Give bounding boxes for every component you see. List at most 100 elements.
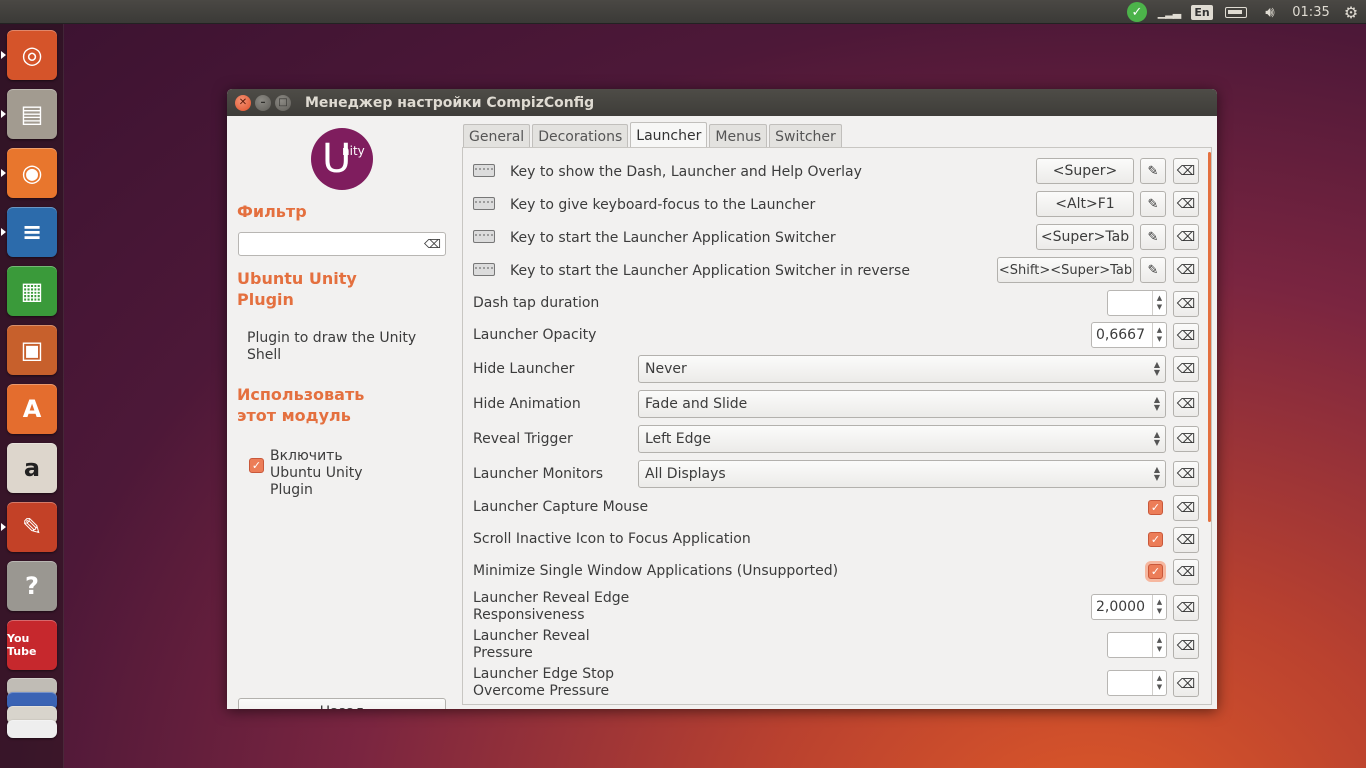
plugin-heading-line2: Plugin [237,290,294,309]
key-binding-button[interactable]: <Shift><Super>Tab [997,257,1134,283]
updates-indicator[interactable]: ✓ [1126,0,1148,24]
setting-row-key-switcher: Key to start the Launcher Application Sw… [463,224,1208,252]
clear-icon: ⌫ [1176,600,1196,616]
libreoffice-calc-icon[interactable]: ▦ [7,266,57,316]
libreoffice-writer-icon[interactable]: ≡ [7,207,57,257]
tab-launcher[interactable]: Launcher [630,122,708,148]
reset-button[interactable]: ⌫ [1173,391,1199,417]
reset-button[interactable]: ⌫ [1173,158,1199,184]
tab-switcher[interactable]: Switcher [769,124,842,148]
reset-button[interactable]: ⌫ [1173,257,1199,283]
spinner-arrows-icon[interactable]: ▲ ▼ [1152,671,1166,695]
key-binding-button[interactable]: <Super>Tab [1036,224,1134,250]
clear-icon: ⌫ [1176,296,1196,312]
setting-label: Dash tap duration [473,295,600,311]
spinner-arrows-icon[interactable]: ▲ ▼ [1152,633,1166,657]
keyboard-layout-indicator[interactable]: En [1190,0,1214,24]
reset-button[interactable]: ⌫ [1173,426,1199,452]
battery-indicator[interactable] [1222,0,1250,24]
setting-label: Hide Launcher [473,361,575,377]
edge-stop-spinner[interactable]: ▲ ▼ [1107,670,1167,696]
spinner-arrows-icon[interactable]: ▲ ▼ [1152,323,1166,347]
key-binding-button[interactable]: <Alt>F1 [1036,191,1134,217]
reset-button[interactable]: ⌫ [1173,633,1199,659]
scroll-inactive-checkbox[interactable]: ✓ [1148,532,1163,547]
reset-button[interactable]: ⌫ [1173,495,1199,521]
tab-general[interactable]: General [463,124,531,148]
system-settings-icon[interactable]: ✎ [7,502,57,552]
youtube-icon[interactable]: You Tube [7,620,57,670]
tab-menus[interactable]: Menus [709,124,768,148]
running-indicator [1,110,6,118]
key-binding-button[interactable]: <Super> [1036,158,1134,184]
clock[interactable]: 01:35 [1288,0,1334,24]
edit-binding-button[interactable]: ✎ [1140,257,1166,283]
reset-button[interactable]: ⌫ [1173,191,1199,217]
network-indicator[interactable]: ▁▂▃ [1156,0,1182,24]
title-bar[interactable]: ✕ – □ Менеджер настройки CompizConfig [227,89,1217,116]
reset-button[interactable]: ⌫ [1173,461,1199,487]
enable-plugin-row[interactable]: ✓ Включить Ubuntu Unity Plugin [249,448,390,499]
maximize-icon: □ [278,97,288,108]
reset-button[interactable]: ⌫ [1173,595,1199,621]
reveal-pressure-spinner[interactable]: ▲ ▼ [1107,632,1167,658]
setting-row-scroll-inactive: Scroll Inactive Icon to Focus Applicatio… [463,527,1208,555]
reset-button[interactable]: ⌫ [1173,527,1199,553]
minimize-single-checkbox[interactable]: ✓ [1148,564,1163,579]
launcher-monitors-select[interactable]: All Displays ▲ ▼ [638,460,1166,488]
setting-row-reveal-trigger: Reveal Trigger Left Edge ▲ ▼ ⌫ [463,425,1208,455]
scrollbar[interactable] [1208,152,1211,522]
close-window-button[interactable]: ✕ [235,94,251,111]
edit-binding-button[interactable]: ✎ [1140,224,1166,250]
back-button[interactable]: Назад [238,698,446,709]
reset-button[interactable]: ⌫ [1173,559,1199,585]
clear-icon: ⌫ [1176,196,1196,212]
hide-animation-select[interactable]: Fade and Slide ▲ ▼ [638,390,1166,418]
edit-binding-button[interactable]: ✎ [1140,191,1166,217]
setting-label-line2: Overcome Pressure [473,683,610,699]
reveal-trigger-select[interactable]: Left Edge ▲ ▼ [638,425,1166,453]
clear-icon: ⌫ [1176,676,1196,692]
reset-button[interactable]: ⌫ [1173,224,1199,250]
running-indicator [1,51,6,59]
sound-indicator[interactable]: 🔊︎ [1258,0,1282,24]
files-icon[interactable]: ▤ [7,89,57,139]
minimize-window-button[interactable]: – [255,94,271,111]
maximize-window-button[interactable]: □ [275,94,291,111]
amazon-icon[interactable]: a [7,443,57,493]
clear-icon: ⌫ [1176,361,1196,377]
reset-button[interactable]: ⌫ [1173,671,1199,697]
hide-launcher-select[interactable]: Never ▲ ▼ [638,355,1166,383]
unity-logo: U nity [311,128,373,190]
reset-button[interactable]: ⌫ [1173,323,1199,349]
clear-icon: ⌫ [1176,532,1196,548]
software-center-icon[interactable]: A [7,384,57,434]
spinner-arrows-icon[interactable]: ▲ ▼ [1152,595,1166,619]
spinner-arrows-icon[interactable]: ▲ ▼ [1152,291,1166,315]
session-gear-icon[interactable]: ⚙ [1340,0,1362,24]
reset-button[interactable]: ⌫ [1173,356,1199,382]
enable-plugin-checkbox[interactable]: ✓ [249,458,264,473]
launcher-settings-panel: Key to show the Dash, Launcher and Help … [462,147,1212,705]
setting-row-key-switcher-reverse: Key to start the Launcher Application Sw… [463,257,1208,285]
running-indicator [1,228,6,236]
help-icon[interactable]: ? [7,561,57,611]
setting-row-minimize-single: Minimize Single Window Applications (Uns… [463,559,1208,587]
capture-mouse-checkbox[interactable]: ✓ [1148,500,1163,515]
setting-label: Launcher Reveal Pressure [473,628,590,662]
libreoffice-impress-icon[interactable]: ▣ [7,325,57,375]
updown-arrow-icon: ▲ ▼ [1153,395,1161,412]
edit-binding-button[interactable]: ✎ [1140,158,1166,184]
setting-label-line1: Launcher Reveal Edge [473,590,630,606]
dash-tap-spinner[interactable]: ▲ ▼ [1107,290,1167,316]
reveal-edge-spinner[interactable]: 2,0000 ▲ ▼ [1091,594,1167,620]
firefox-icon[interactable]: ◉ [7,148,57,198]
updown-arrow-icon: ▲ ▼ [1153,465,1161,482]
collapsed-launcher-item[interactable] [7,720,57,738]
clear-icon[interactable]: ⌫ [424,237,441,251]
tab-decorations[interactable]: Decorations [532,124,629,148]
reset-button[interactable]: ⌫ [1173,291,1199,317]
filter-input[interactable]: ⌫ [238,232,446,256]
ubuntu-dash-icon[interactable]: ◎ [7,30,57,80]
opacity-spinner[interactable]: 0,6667 ▲ ▼ [1091,322,1167,348]
